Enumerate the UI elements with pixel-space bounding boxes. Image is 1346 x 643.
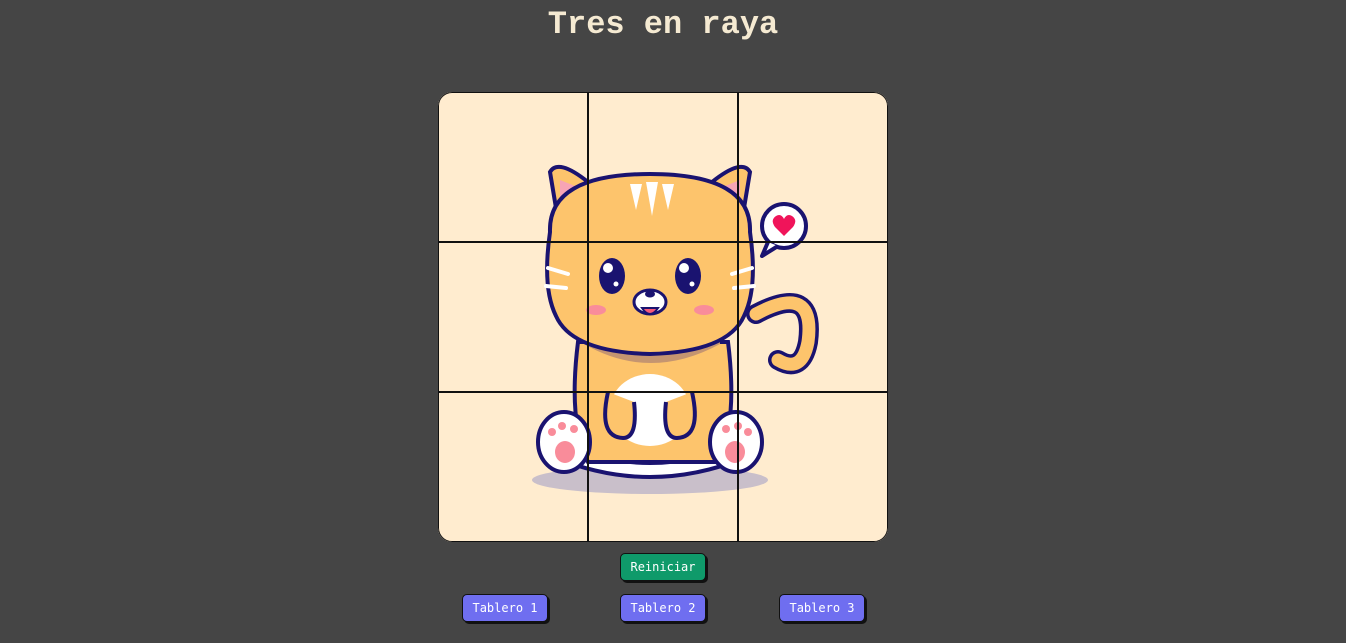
cell-6[interactable] bbox=[738, 242, 888, 392]
cell-7[interactable] bbox=[438, 392, 588, 542]
cell-2[interactable] bbox=[588, 92, 738, 242]
cell-1[interactable] bbox=[438, 92, 588, 242]
cell-3[interactable] bbox=[738, 92, 888, 242]
cell-9[interactable] bbox=[738, 392, 888, 542]
reset-button[interactable]: Reiniciar bbox=[620, 553, 706, 581]
page-title: Tres en raya bbox=[547, 6, 779, 43]
board-1-button[interactable]: Tablero 1 bbox=[462, 594, 548, 622]
board-2-button[interactable]: Tablero 2 bbox=[620, 594, 706, 622]
cell-4[interactable] bbox=[438, 242, 588, 392]
cell-grid bbox=[438, 92, 888, 542]
cell-5[interactable] bbox=[588, 242, 738, 392]
cell-8[interactable] bbox=[588, 392, 738, 542]
game-board bbox=[438, 92, 888, 542]
board-3-button[interactable]: Tablero 3 bbox=[779, 594, 865, 622]
